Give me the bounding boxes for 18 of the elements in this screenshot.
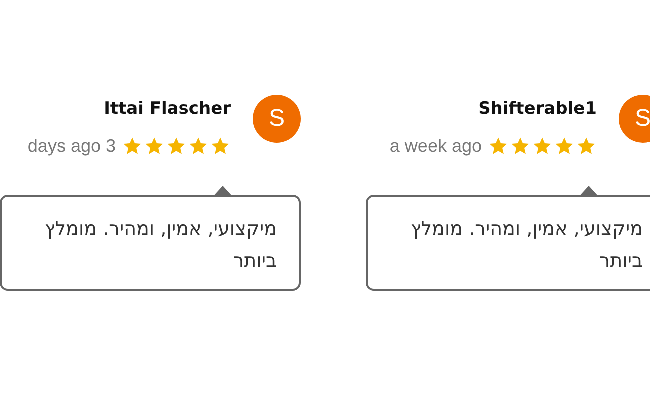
review-time: days ago 3 [28,136,116,157]
star-icon [166,136,187,157]
reviewer-name: Ittai Flascher [104,98,231,120]
star-icon [122,136,143,157]
star-icon [188,136,209,157]
review-time: a week ago [390,136,482,157]
star-icon [576,136,597,157]
star-icon [488,136,509,157]
star-icon [510,136,531,157]
avatar: S [253,95,301,143]
star-icon [210,136,231,157]
avatar: S [619,95,650,143]
star-icon [144,136,165,157]
review-text: מיקצועי, אמין, ומהיר. מומלץ ביותר [411,218,643,272]
review-text: מיקצועי, אמין, ומהיר. מומלץ ביותר [45,218,277,272]
star-icon [554,136,575,157]
star-icon [532,136,553,157]
reviewer-name: Shifterable1 [478,98,597,120]
